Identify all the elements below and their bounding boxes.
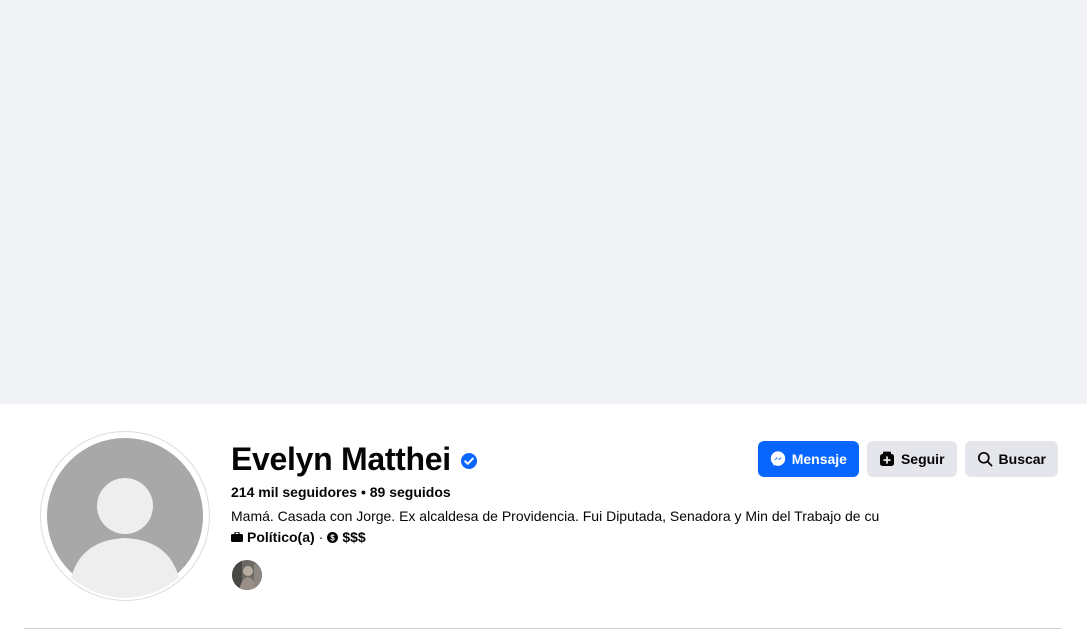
profile-category[interactable]: Político(a) — [247, 528, 315, 546]
profile-name: Evelyn Matthei — [231, 441, 451, 477]
follow-icon — [879, 451, 894, 466]
briefcase-icon — [231, 532, 243, 542]
svg-text:$: $ — [331, 533, 336, 542]
profile-header: Evelyn Matthei — [231, 440, 478, 478]
meta-separator: · — [318, 529, 324, 545]
messenger-icon — [770, 451, 785, 466]
follow-button[interactable]: Seguir — [866, 441, 957, 477]
follower-stats[interactable]: 214 mil seguidores • 89 seguidos — [231, 483, 451, 501]
message-button[interactable]: Mensaje — [757, 441, 859, 477]
cover-photo[interactable] — [0, 0, 1087, 404]
message-button-label: Mensaje — [791, 451, 847, 467]
default-avatar-icon — [47, 438, 203, 598]
search-button[interactable]: Buscar — [964, 441, 1058, 477]
price-range: $$$ — [342, 529, 366, 545]
verified-badge-icon[interactable] — [460, 452, 478, 470]
profile-picture[interactable] — [40, 431, 210, 601]
search-icon — [977, 451, 992, 467]
search-button-label: Buscar — [998, 451, 1046, 467]
mutual-avatar-image — [232, 560, 262, 590]
profile-actions: Mensaje Seguir Buscar — [757, 441, 1058, 477]
mutual-follower-avatar[interactable] — [231, 559, 263, 591]
price-icon: $ — [327, 531, 339, 543]
profile-meta: Político(a) · $ $$$ — [231, 528, 366, 546]
section-divider — [24, 628, 1061, 629]
follow-button-label: Seguir — [900, 451, 945, 467]
profile-bio: Mamá. Casada con Jorge. Ex alcaldesa de … — [231, 508, 880, 524]
